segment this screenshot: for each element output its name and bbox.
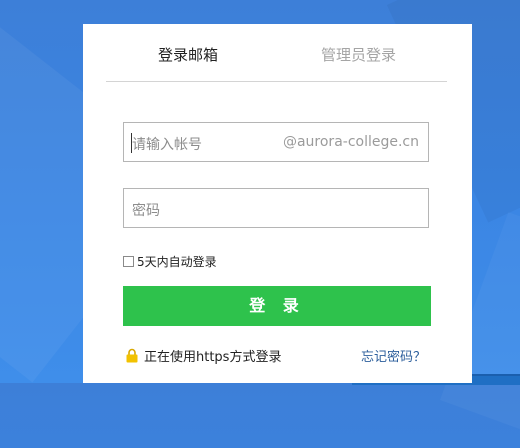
forgot-password-link[interactable]: 忘记密码？ [361,346,426,365]
password-placeholder: 密码 [132,203,160,219]
login-button[interactable]: 登 录 [123,286,431,326]
https-notice: 正在使用https方式登录 [126,346,281,365]
remember-me-checkbox[interactable] [123,255,134,267]
tab-admin-login[interactable]: 管理员登录 [321,44,396,65]
domain-suffix: @aurora-college.cn [282,134,419,150]
remember-me-option[interactable]: 5天内自动登录 [123,253,217,269]
tab-mail-login[interactable]: 登录邮箱 [158,44,218,65]
remember-me-label: 5天内自动登录 [137,254,217,269]
account-input[interactable]: 请输入帐号 @aurora-college.cn [123,122,429,162]
login-card: 登录邮箱 管理员登录 请输入帐号 @aurora-college.cn 密码 5… [83,24,472,383]
login-tabs: 登录邮箱 管理员登录 [106,24,447,82]
https-notice-text: 正在使用https方式登录 [144,350,282,365]
password-input[interactable]: 密码 [123,188,429,228]
account-placeholder: 请输入帐号 [132,137,202,153]
lock-icon [126,348,138,363]
